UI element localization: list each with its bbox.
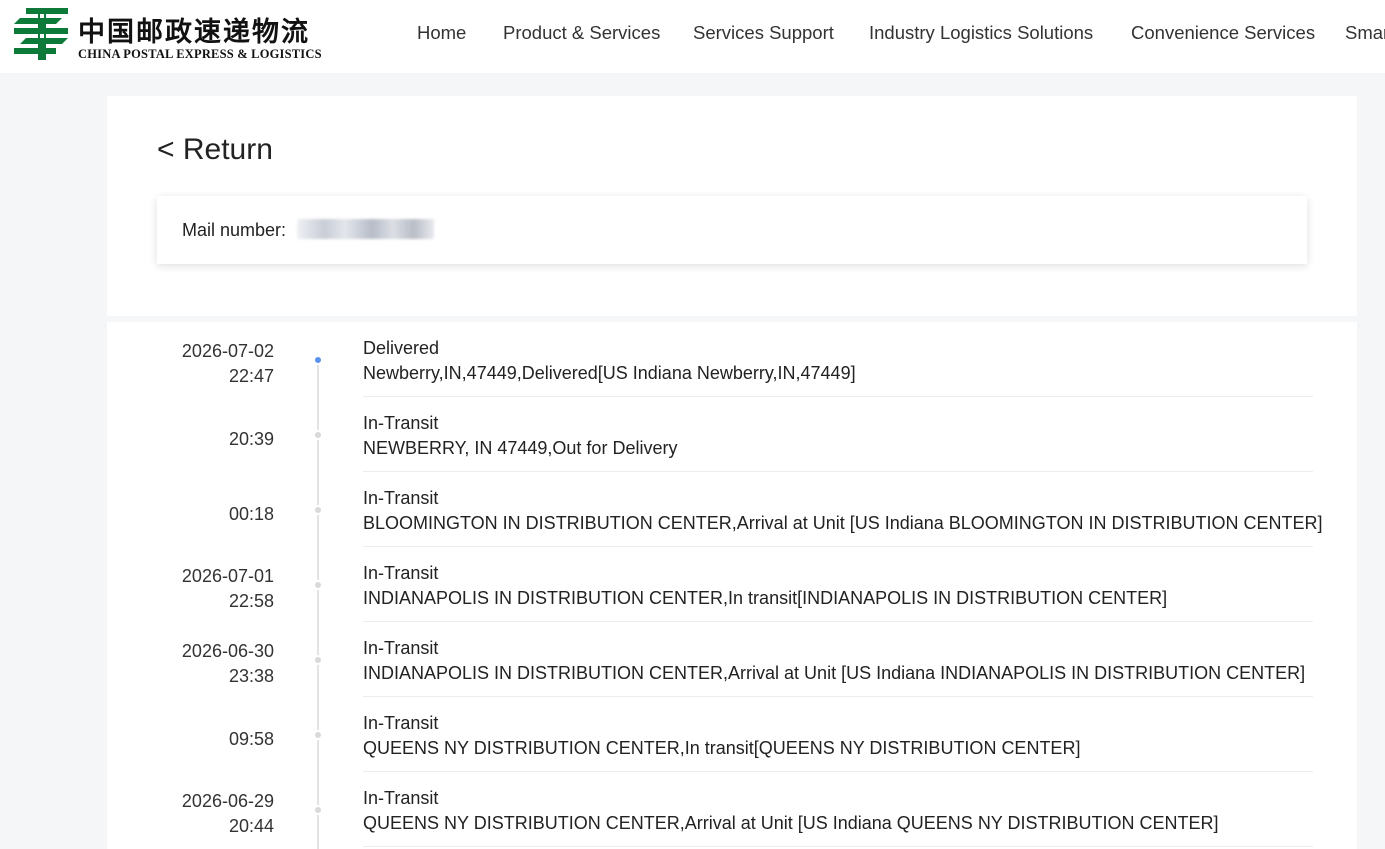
event-date: 2026-07-01 [181,566,274,586]
event-detail: INDIANAPOLIS IN DISTRIBUTION CENTER,Arri… [363,663,1306,683]
event-time: 09:58 [228,729,274,749]
event-status: In-Transit [363,713,439,733]
nav-services-support[interactable]: Services Support [693,22,834,44]
event-date: 2026-06-29 [181,791,274,811]
event-detail: QUEENS NY DISTRIBUTION CENTER,Arrival at… [363,813,1219,833]
event-time: 22:47 [228,366,274,386]
event-detail: INDIANAPOLIS IN DISTRIBUTION CENTER,In t… [363,588,1168,608]
nav-home[interactable]: Home [417,22,466,44]
event-status: In-Transit [363,788,439,808]
event-datetime: 2026-06-30 23:38 [182,639,274,689]
timeline-event: 20:39 In-Transit NEWBERRY, IN 47449,Out … [107,397,1357,472]
nav-convenience-services[interactable]: Convenience Services [1131,22,1315,44]
timeline-event: 2026-07-02 22:47 Delivered Newberry,IN,4… [107,322,1357,397]
event-datetime: 00:18 [229,502,274,527]
event-detail: BLOOMINGTON IN DISTRIBUTION CENTER,Arriv… [363,513,1323,533]
event-datetime: 20:39 [229,427,274,452]
mail-info-panel: < Return Mail number: [107,96,1357,316]
timeline-dot [313,580,323,590]
event-date: 2026-06-30 [181,641,274,661]
event-status: In-Transit [363,413,439,433]
timeline-dot [313,730,323,740]
event-datetime: 2026-06-29 20:44 [182,789,274,839]
event-detail: NEWBERRY, IN 47449,Out for Delivery [363,438,678,458]
timeline-event: 2026-07-01 22:58 In-Transit INDIANAPOLIS… [107,547,1357,622]
event-status: In-Transit [363,563,439,583]
divider [363,846,1313,847]
timeline-event: 00:18 In-Transit BLOOMINGTON IN DISTRIBU… [107,472,1357,547]
event-time: 23:38 [228,666,274,686]
event-date: 2026-07-02 [181,341,274,361]
logo-english-text: CHINA POSTAL EXPRESS & LOGISTICS [78,47,322,61]
nav-industry-logistics[interactable]: Industry Logistics Solutions [869,22,1093,44]
event-detail: Newberry,IN,47449,Delivered[US Indiana N… [363,363,856,383]
event-time: 22:58 [228,591,274,611]
china-post-logo[interactable]: 中国邮政速递物流 CHINA POSTAL EXPRESS & LOGISTIC… [12,6,342,62]
timeline-dot [313,430,323,440]
nav-smart[interactable]: Smar [1345,22,1385,44]
timeline-event: 2026-06-29 20:44 In-Transit QUEENS NY DI… [107,772,1357,847]
event-status: In-Transit [363,488,439,508]
return-link[interactable]: < Return [157,133,273,167]
event-time: 00:18 [228,504,274,524]
timeline-dot [313,805,323,815]
event-detail: QUEENS NY DISTRIBUTION CENTER,In transit… [363,738,1081,758]
timeline-dot [313,505,323,515]
timeline-event: 09:58 In-Transit QUEENS NY DISTRIBUTION … [107,697,1357,772]
mail-number-card: Mail number: [157,196,1307,264]
mail-number-label: Mail number: [182,220,287,240]
china-post-logo-icon [14,8,68,60]
site-header: 中国邮政速递物流 CHINA POSTAL EXPRESS & LOGISTIC… [0,0,1385,73]
event-status: In-Transit [363,638,439,658]
logo-chinese-text: 中国邮政速递物流 [78,17,310,48]
timeline-event: 2026-06-30 23:38 In-Transit INDIANAPOLIS… [107,622,1357,697]
mail-number-value-redacted [297,219,434,239]
nav-product-services[interactable]: Product & Services [503,22,660,44]
timeline-dot-active [313,355,323,365]
event-datetime: 09:58 [229,727,274,752]
event-datetime: 2026-07-02 22:47 [182,339,274,389]
timeline-dot [313,655,323,665]
event-status: Delivered [363,338,440,358]
event-time: 20:39 [228,429,274,449]
event-time: 20:44 [228,816,274,836]
tracking-timeline: 2026-07-02 22:47 Delivered Newberry,IN,4… [107,322,1357,849]
event-datetime: 2026-07-01 22:58 [182,564,274,614]
